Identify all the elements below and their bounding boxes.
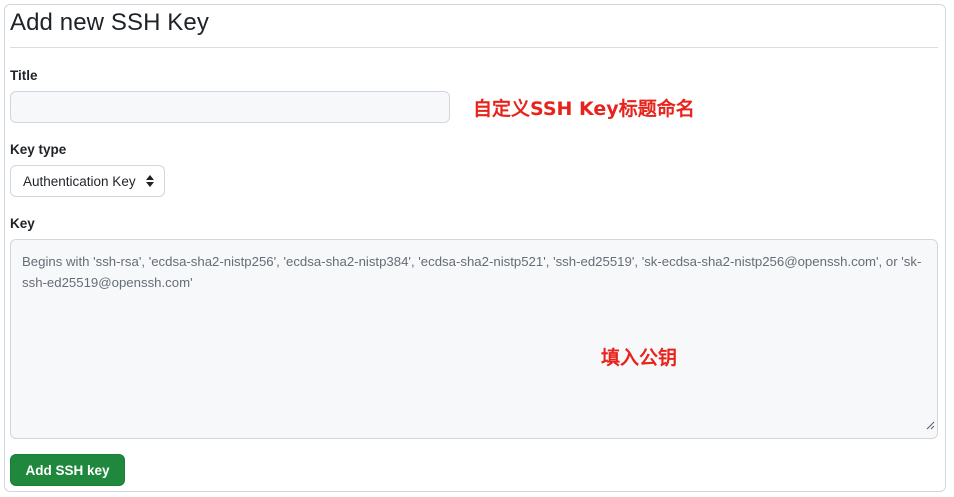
page-title: Add new SSH Key xyxy=(10,9,209,36)
title-label: Title xyxy=(10,68,38,83)
key-textarea[interactable]: Begins with 'ssh-rsa', 'ecdsa-sha2-nistp… xyxy=(10,239,938,439)
title-annotation: 自定义SSH Key标题命名 xyxy=(473,98,695,120)
add-ssh-key-button[interactable]: Add SSH key xyxy=(10,454,125,486)
title-divider xyxy=(10,47,938,48)
chevron-up-down-icon xyxy=(146,175,154,187)
key-label: Key xyxy=(10,216,35,231)
key-placeholder: Begins with 'ssh-rsa', 'ecdsa-sha2-nistp… xyxy=(22,254,922,290)
title-input[interactable] xyxy=(10,91,450,123)
key-type-label: Key type xyxy=(10,142,67,157)
resize-grip-icon[interactable] xyxy=(926,415,935,436)
key-type-selected-value: Authentication Key xyxy=(23,173,136,189)
key-annotation: 填入公钥 xyxy=(601,347,678,369)
key-type-select[interactable]: Authentication Key xyxy=(10,165,165,197)
